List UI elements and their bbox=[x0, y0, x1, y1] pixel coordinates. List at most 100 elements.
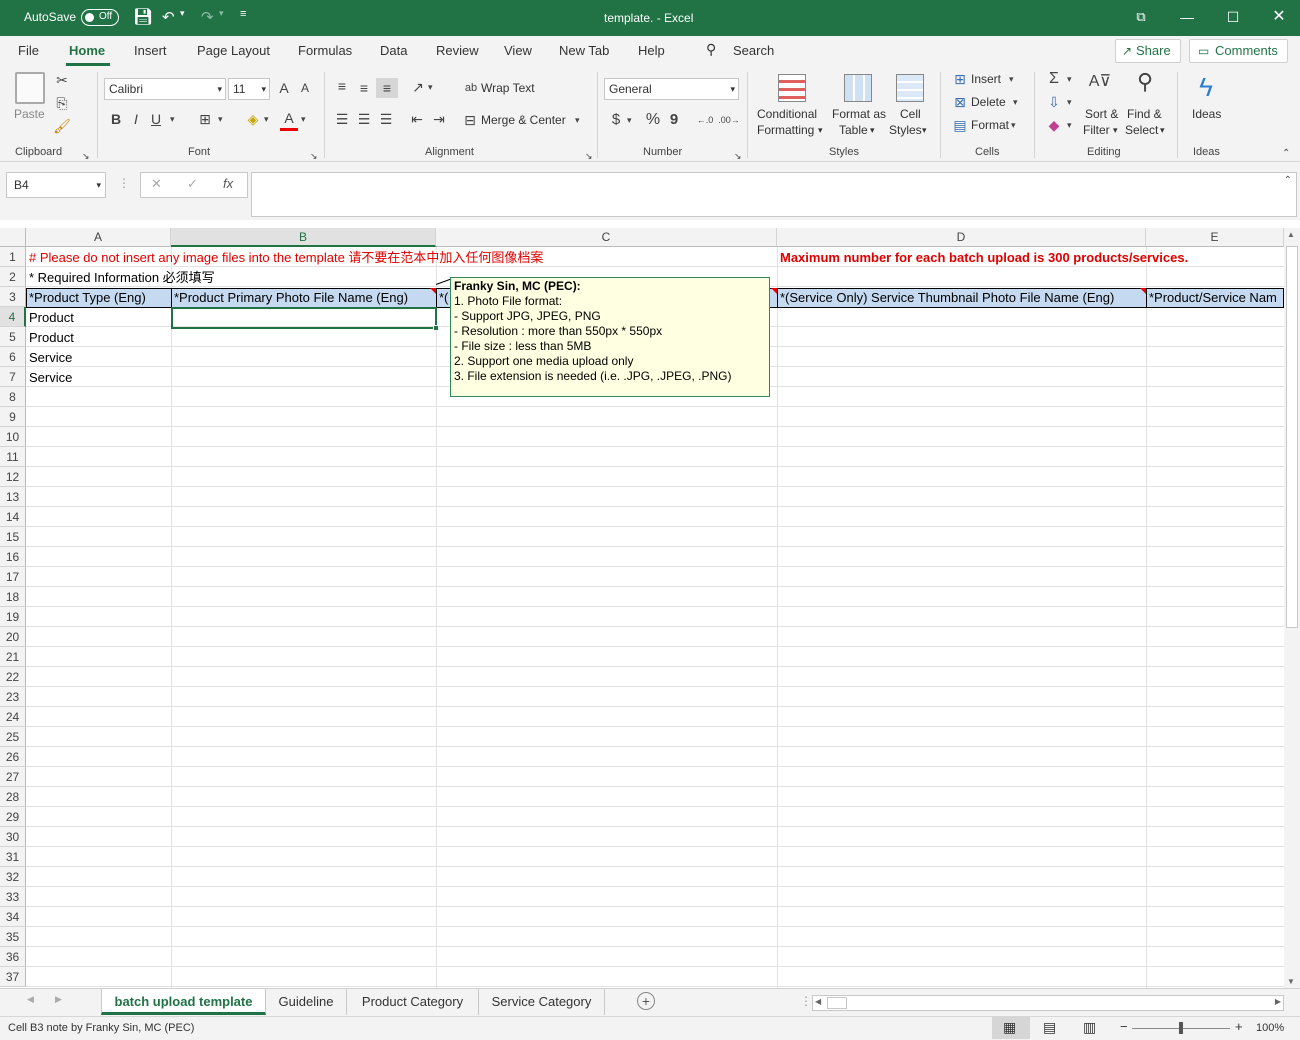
zoom-level[interactable]: 100% bbox=[1256, 1022, 1284, 1034]
font-color-icon[interactable]: A bbox=[280, 108, 298, 131]
ideas-icon[interactable]: ϟ bbox=[1190, 70, 1222, 104]
zoom-in-button[interactable]: + bbox=[1235, 1019, 1243, 1034]
column-header-b[interactable]: B bbox=[171, 228, 436, 247]
cut-icon[interactable]: ✂ bbox=[52, 70, 72, 90]
ideas-button[interactable]: Ideas bbox=[1192, 106, 1221, 122]
format-as-table-label-2[interactable]: Table bbox=[839, 122, 868, 138]
align-top-icon[interactable]: ≡ bbox=[333, 76, 351, 96]
tab-data[interactable]: Data bbox=[380, 43, 407, 58]
sort-filter-icon[interactable]: A⊽ bbox=[1085, 72, 1115, 100]
cell-a4[interactable]: Product bbox=[29, 308, 74, 328]
row-header[interactable]: 19 bbox=[0, 607, 26, 627]
select-all-corner[interactable] bbox=[0, 228, 26, 247]
autosave-toggle[interactable]: Off bbox=[81, 9, 119, 26]
bold-button[interactable]: B bbox=[108, 109, 124, 129]
enter-icon[interactable]: ✓ bbox=[187, 176, 198, 192]
clear-icon[interactable]: ◆ bbox=[1045, 115, 1063, 135]
accounting-format-icon[interactable]: $ bbox=[608, 110, 624, 130]
row-header[interactable]: 17 bbox=[0, 567, 26, 587]
row-header[interactable]: 21 bbox=[0, 647, 26, 667]
row-header[interactable]: 28 bbox=[0, 787, 26, 807]
row-header[interactable]: 24 bbox=[0, 707, 26, 727]
row-header[interactable]: 37 bbox=[0, 967, 26, 987]
minimize-button[interactable]: — bbox=[1164, 0, 1210, 36]
tab-formulas[interactable]: Formulas bbox=[298, 43, 352, 58]
align-middle-icon[interactable]: ≡ bbox=[355, 78, 373, 98]
row-header[interactable]: 22 bbox=[0, 667, 26, 687]
column-header-c[interactable]: C bbox=[436, 228, 777, 247]
sort-filter-label-1[interactable]: Sort & bbox=[1085, 106, 1118, 122]
tab-new-tab[interactable]: New Tab bbox=[559, 43, 609, 58]
decrease-indent-icon[interactable]: ⇤ bbox=[408, 109, 426, 129]
comma-style-icon[interactable]: 9 bbox=[667, 110, 681, 130]
align-center-icon[interactable]: ☰ bbox=[355, 109, 373, 129]
align-right-icon[interactable]: ☰ bbox=[377, 109, 395, 129]
row-header[interactable]: 16 bbox=[0, 547, 26, 567]
borders-dropdown-icon[interactable]: ▾ bbox=[218, 109, 223, 129]
increase-indent-icon[interactable]: ⇥ bbox=[430, 109, 448, 129]
row-header[interactable]: 4 bbox=[0, 307, 26, 327]
column-header-d[interactable]: D bbox=[777, 228, 1146, 247]
delete-cells-button[interactable]: Delete bbox=[971, 95, 1006, 109]
underline-dropdown-icon[interactable]: ▾ bbox=[170, 109, 175, 129]
cell-a2[interactable]: * Required Information 必须填写 bbox=[29, 268, 215, 288]
cell-a6[interactable]: Service bbox=[29, 348, 72, 368]
underline-button[interactable]: U bbox=[148, 109, 164, 129]
row-header[interactable]: 23 bbox=[0, 687, 26, 707]
customize-toolbar-icon[interactable]: ≡ bbox=[240, 8, 246, 20]
sort-filter-label-2[interactable]: Filter bbox=[1083, 122, 1110, 138]
tab-split-grip-icon[interactable]: ⋮ bbox=[800, 994, 812, 1008]
conditional-formatting-icon[interactable] bbox=[778, 74, 806, 102]
scroll-down-icon[interactable]: ▼ bbox=[1287, 977, 1295, 986]
row-header[interactable]: 33 bbox=[0, 887, 26, 907]
fill-color-icon[interactable]: ◈ bbox=[243, 109, 263, 129]
cell-a3[interactable]: *Product Type (Eng) bbox=[26, 288, 171, 308]
fill-dropdown-icon[interactable]: ▾ bbox=[1067, 92, 1072, 112]
save-icon[interactable]: 💾︎ bbox=[133, 7, 153, 27]
format-as-table-label-1[interactable]: Format as bbox=[832, 106, 886, 122]
tab-home[interactable]: Home bbox=[69, 43, 105, 58]
decrease-decimal-icon[interactable]: .00→ bbox=[718, 110, 740, 130]
insert-function-icon[interactable]: fx bbox=[223, 176, 233, 191]
scroll-up-icon[interactable]: ▲ bbox=[1287, 230, 1295, 239]
active-cell-b4[interactable] bbox=[171, 307, 439, 331]
font-color-dropdown-icon[interactable]: ▾ bbox=[301, 109, 306, 129]
row-header[interactable]: 9 bbox=[0, 407, 26, 427]
close-button[interactable]: ✕ bbox=[1256, 0, 1300, 36]
find-select-icon[interactable]: ⚲ bbox=[1128, 71, 1162, 100]
row-header[interactable]: 25 bbox=[0, 727, 26, 747]
fill-icon[interactable]: ⇩ bbox=[1045, 92, 1063, 112]
tab-file[interactable]: File bbox=[18, 43, 39, 58]
align-bottom-icon[interactable]: ≡ bbox=[376, 78, 398, 98]
row-header[interactable]: 35 bbox=[0, 927, 26, 947]
copy-icon[interactable]: ⎘ bbox=[52, 93, 72, 113]
row-header[interactable]: 30 bbox=[0, 827, 26, 847]
collapse-ribbon-icon[interactable]: ⌃ bbox=[1282, 144, 1290, 164]
row-header[interactable]: 11 bbox=[0, 447, 26, 467]
cancel-icon[interactable]: ✕ bbox=[151, 176, 162, 192]
row-header[interactable]: 29 bbox=[0, 807, 26, 827]
expand-formula-icon[interactable]: ⌃ bbox=[1284, 175, 1292, 186]
search-box[interactable]: Search bbox=[733, 43, 774, 58]
format-painter-icon[interactable]: 🖌︎ bbox=[52, 116, 72, 136]
cell-b3[interactable]: *Product Primary Photo File Name (Eng) bbox=[171, 288, 436, 308]
scroll-right-icon[interactable]: ▶ bbox=[1275, 997, 1281, 1006]
merge-dropdown-icon[interactable]: ▾ bbox=[575, 110, 580, 130]
row-header[interactable]: 8 bbox=[0, 387, 26, 407]
wrap-text-button[interactable]: Wrap Text bbox=[481, 81, 535, 95]
format-cells-button[interactable]: Format bbox=[971, 118, 1009, 132]
vertical-scroll-thumb[interactable] bbox=[1286, 246, 1298, 628]
horizontal-scrollbar[interactable]: ◀ ▶ bbox=[812, 995, 1284, 1011]
comments-button[interactable]: ▭ Comments bbox=[1189, 39, 1288, 63]
tab-view[interactable]: View bbox=[504, 43, 532, 58]
orientation-icon[interactable]: ↗ bbox=[408, 77, 428, 97]
sheet-tab-service-category[interactable]: Service Category bbox=[479, 989, 605, 1015]
italic-button[interactable]: I bbox=[128, 109, 144, 129]
font-size-select[interactable]: 11 ▾ bbox=[228, 78, 270, 100]
redo-dropdown-icon[interactable]: ▾ bbox=[219, 8, 224, 19]
worksheet-grid[interactable]: A B C D E 1 2 3 4 5 6 7 8 9 10 11 12 13 14 15 16 17 18 19 2… bbox=[0, 228, 1284, 988]
number-format-select[interactable]: General ▾ bbox=[604, 78, 739, 100]
sheet-tab-batch-upload-template[interactable]: batch upload template bbox=[101, 989, 266, 1015]
insert-cells-button[interactable]: Insert bbox=[971, 72, 1001, 86]
find-select-label-2[interactable]: Select bbox=[1125, 122, 1158, 138]
